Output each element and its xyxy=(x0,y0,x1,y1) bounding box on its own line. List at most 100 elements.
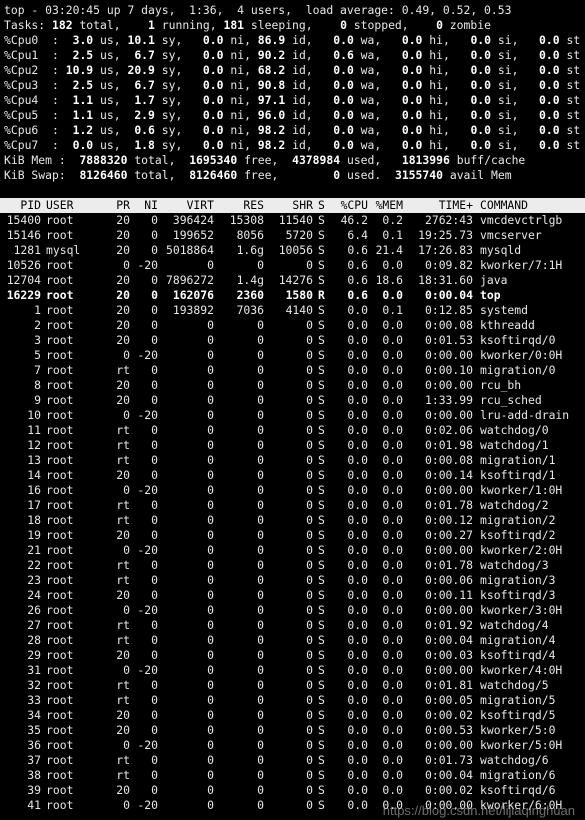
table-row[interactable]: 13 root rt 0 0 0 0 S 0.0 0.0 0:00.08 migration/1 xyxy=(0,453,585,468)
table-row[interactable]: 21 root 0 -20 0 0 0 S 0.0 0.0 0:00.00 kworker/2:0H xyxy=(0,543,585,558)
table-row[interactable]: 1281 mysql 20 0 5018864 1.6g 10056 S 0.6 21.4 17:2… xyxy=(0,243,585,258)
cell-s: S xyxy=(318,348,325,362)
table-row[interactable]: 22 root rt 0 0 0 0 S 0.0 0.0 0:01.78 watchdog/3 xyxy=(0,558,585,573)
table-row[interactable]: 16229 root 20 0 162076 2360 1580 R 0.6 0.0 0:00.04… xyxy=(0,288,585,303)
table-row[interactable]: 17 root rt 0 0 0 0 S 0.0 0.0 0:01.78 watchdog/2 xyxy=(0,498,585,513)
table-row[interactable]: 18 root rt 0 0 0 0 S 0.0 0.0 0:00.12 migration/2 xyxy=(0,513,585,528)
table-row[interactable]: 38 root rt 0 0 0 0 S 0.0 0.0 0:00.04 migration/6 xyxy=(0,768,585,783)
table-row[interactable]: 8 root 20 0 0 0 0 S 0.0 0.0 0:00.00 rcu_bh xyxy=(0,378,585,393)
header-res[interactable]: RES xyxy=(216,198,264,213)
header-user[interactable]: USER xyxy=(46,198,104,213)
process-table: 15400 root 20 0 396424 15308 11540 S 46.2 0.2 2762… xyxy=(0,213,585,813)
table-row[interactable]: 36 root 0 -20 0 0 0 S 0.0 0.0 0:00.00 kworker/5:0H xyxy=(0,738,585,753)
cell-user: root xyxy=(46,288,74,302)
cell-user: root xyxy=(46,633,74,647)
table-row[interactable]: 12704 root 20 0 7896272 1.4g 14276 S 0.6 18.6 18:3… xyxy=(0,273,585,288)
cell-cpu: 6.4 xyxy=(347,228,368,242)
table-row[interactable]: 16 root 0 -20 0 0 0 S 0.0 0.0 0:00.00 kworker/1:0H xyxy=(0,483,585,498)
cell-ni: 0 xyxy=(151,708,158,722)
cell-ni: 0 xyxy=(151,423,158,437)
cell-cpu: 0.0 xyxy=(347,408,368,422)
table-row[interactable]: 35 root 20 0 0 0 0 S 0.0 0.0 0:00.53 kworker/5:0 xyxy=(0,723,585,738)
table-row[interactable]: 39 root 20 0 0 0 0 S 0.0 0.0 0:00.02 ksoftirqd/6 xyxy=(0,783,585,798)
table-row[interactable]: 10526 root 0 -20 0 0 0 S 0.6 0.0 0:09.82 kworker/7:… xyxy=(0,258,585,273)
cell-s: S xyxy=(318,243,325,257)
table-row[interactable]: 2 root 20 0 0 0 0 S 0.0 0.0 0:00.08 kthreadd xyxy=(0,318,585,333)
table-row[interactable]: 24 root 20 0 0 0 0 S 0.0 0.0 0:00.11 ksoftirqd/3 xyxy=(0,588,585,603)
cell-res: 0 xyxy=(257,528,264,542)
header-virt[interactable]: VIRT xyxy=(160,198,214,213)
cell-pr: rt xyxy=(116,453,130,467)
cell-cpu: 0.0 xyxy=(347,738,368,752)
table-row[interactable]: 1 root 20 0 193892 7036 4140 S 0.0 0.1 0:12.85 syst… xyxy=(0,303,585,318)
header-cpu[interactable]: %CPU xyxy=(330,198,368,213)
table-row[interactable]: 28 root rt 0 0 0 0 S 0.0 0.0 0:00.04 migration/4 xyxy=(0,633,585,648)
header-time[interactable]: TIME+ xyxy=(405,198,473,213)
cell-pr: rt xyxy=(116,573,130,587)
table-row[interactable]: 32 root rt 0 0 0 0 S 0.0 0.0 0:01.81 watchdog/5 xyxy=(0,678,585,693)
header-shr[interactable]: SHR xyxy=(266,198,313,213)
table-row[interactable]: 31 root 0 -20 0 0 0 S 0.0 0.0 0:00.00 kworker/4:0H xyxy=(0,663,585,678)
table-row[interactable]: 3 root 20 0 0 0 0 S 0.0 0.0 0:01.53 ksoftirqd/0 xyxy=(0,333,585,348)
cpu-si-value: 0.0 xyxy=(470,93,492,107)
cpu-id-value: 90.8 xyxy=(257,78,286,92)
cpu-si-value: 0.0 xyxy=(470,33,492,47)
cpu-si-value: 0.0 xyxy=(470,48,492,62)
cell-pr: rt xyxy=(116,438,130,452)
cell-pid: 12 xyxy=(27,438,41,452)
cell-pid: 17 xyxy=(27,498,41,512)
table-row[interactable]: 15400 root 20 0 396424 15308 11540 S 46.2 0.2 2762… xyxy=(0,213,585,228)
table-row[interactable]: 5 root 0 -20 0 0 0 S 0.0 0.0 0:00.00 kworker/0:0H xyxy=(0,348,585,363)
cell-user: root xyxy=(46,648,74,662)
table-row[interactable]: 9 root 20 0 0 0 0 S 0.0 0.0 1:33.99 rcu_sched xyxy=(0,393,585,408)
table-row[interactable]: 10 root 0 -20 0 0 0 S 0.0 0.0 0:00.00 lru-add-drain xyxy=(0,408,585,423)
cell-time: 2762:43 xyxy=(424,213,473,227)
mem-label: KiB Mem : xyxy=(4,153,66,167)
table-row[interactable]: 12 root rt 0 0 0 0 S 0.0 0.0 0:01.98 watchdog/1 xyxy=(0,438,585,453)
cell-s: S xyxy=(318,633,325,647)
cpu-st-value: 0.0 xyxy=(539,138,560,152)
cell-shr: 0 xyxy=(306,558,313,572)
cell-ni: 0 xyxy=(151,393,158,407)
cell-cpu: 0.0 xyxy=(347,798,368,812)
terminal-window[interactable]: top - 03:20:45 up 7 days, 1:36, 4 users,… xyxy=(0,0,585,813)
cell-pid: 12704 xyxy=(6,273,41,287)
cell-virt: 0 xyxy=(207,768,214,782)
cell-virt: 0 xyxy=(207,423,214,437)
cell-mem: 0.0 xyxy=(382,528,403,542)
cell-user: root xyxy=(46,558,74,572)
cell-cmd: ksoftirqd/1 xyxy=(480,468,556,482)
cell-time: 0:00.00 xyxy=(424,663,473,677)
table-row[interactable]: 11 root rt 0 0 0 0 S 0.0 0.0 0:02.06 watchdog/0 xyxy=(0,423,585,438)
table-row[interactable]: 14 root 20 0 0 0 0 S 0.0 0.0 0:00.14 ksoftirqd/1 xyxy=(0,468,585,483)
cpu-wa-value: 0.0 xyxy=(333,123,354,137)
cell-virt: 0 xyxy=(207,498,214,512)
header-pid[interactable]: PID xyxy=(0,198,41,213)
cell-time: 0:00.02 xyxy=(424,783,473,797)
cpu-us-value: 1.2 xyxy=(72,123,94,137)
table-row[interactable]: 15146 root 20 0 199652 8056 5720 S 6.4 0.1 19:25.7… xyxy=(0,228,585,243)
header-cmd[interactable]: COMMAND xyxy=(480,198,584,213)
cpu-ni-value: 0.0 xyxy=(202,63,224,77)
cell-time: 0:00.12 xyxy=(424,513,473,527)
tasks-line: Tasks: 182 total, 1 running, 181 sleepin… xyxy=(4,18,491,32)
table-row[interactable]: 37 root rt 0 0 0 0 S 0.0 0.0 0:01.73 watchdog/6 xyxy=(0,753,585,768)
header-ni[interactable]: NI xyxy=(130,198,158,213)
table-row[interactable]: 27 root rt 0 0 0 0 S 0.0 0.0 0:01.92 watchdog/4 xyxy=(0,618,585,633)
cell-cmd: ksoftirqd/6 xyxy=(480,783,556,797)
cell-res: 1.4g xyxy=(236,273,264,287)
cell-ni: 0 xyxy=(151,618,158,632)
table-row[interactable]: 7 root rt 0 0 0 0 S 0.0 0.0 0:00.10 migration/0 xyxy=(0,363,585,378)
cell-cpu: 0.0 xyxy=(347,723,368,737)
cpu-si-value: 0.0 xyxy=(470,123,492,137)
table-row[interactable]: 34 root 20 0 0 0 0 S 0.0 0.0 0:00.02 ksoftirqd/5 xyxy=(0,708,585,723)
table-row[interactable]: 19 root 20 0 0 0 0 S 0.0 0.0 0:00.27 ksoftirqd/2 xyxy=(0,528,585,543)
cpu-ni-value: 0.0 xyxy=(202,48,224,62)
header-s[interactable]: S xyxy=(318,198,328,213)
header-mem[interactable]: %MEM xyxy=(370,198,403,213)
table-row[interactable]: 29 root 20 0 0 0 0 S 0.0 0.0 0:00.03 ksoftirqd/4 xyxy=(0,648,585,663)
header-pr[interactable]: PR xyxy=(104,198,130,213)
table-row[interactable]: 23 root rt 0 0 0 0 S 0.0 0.0 0:00.06 migration/3 xyxy=(0,573,585,588)
table-row[interactable]: 26 root 0 -20 0 0 0 S 0.0 0.0 0:00.00 kworker/3:0H xyxy=(0,603,585,618)
table-row[interactable]: 33 root rt 0 0 0 0 S 0.0 0.0 0:00.05 migration/5 xyxy=(0,693,585,708)
